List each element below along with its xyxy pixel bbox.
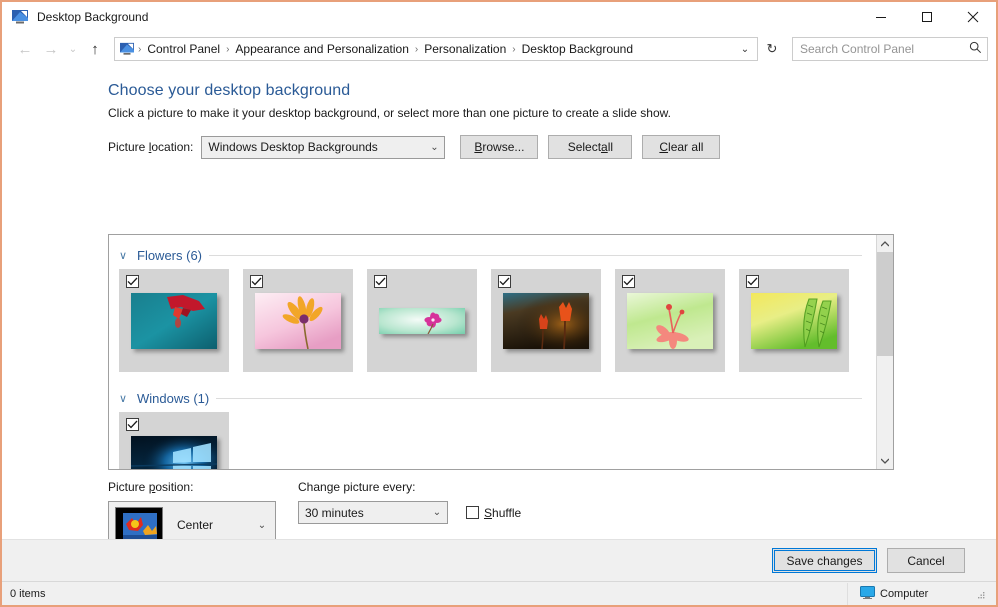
- group-header-flowers[interactable]: ∨ Flowers (6): [119, 245, 876, 265]
- picture-list-pane: ∨ Flowers (6): [108, 234, 894, 470]
- browse-button[interactable]: Browse...: [460, 135, 538, 159]
- page-title: Choose your desktop background: [108, 82, 996, 100]
- change-picture-every-combo[interactable]: 30 minutes ⌄: [298, 501, 448, 524]
- chevron-collapse-icon[interactable]: ∨: [119, 392, 130, 405]
- tile-thumbnail: [379, 308, 465, 334]
- clear-all-button[interactable]: Clear all: [642, 135, 720, 159]
- chevron-down-icon: ⌄: [424, 142, 444, 153]
- window-controls: [858, 2, 996, 32]
- desktop-background-icon: [11, 9, 29, 25]
- select-all-button[interactable]: Select all: [548, 135, 632, 159]
- picture-location-label: Picture location:: [108, 140, 193, 154]
- tile-thumbnail: [627, 293, 713, 349]
- scrollbar-thumb[interactable]: [877, 252, 893, 356]
- chevron-down-icon: ⌄: [249, 520, 275, 531]
- title-bar: Desktop Background: [2, 2, 996, 32]
- desktop-background-window: Desktop Background ← → ⌄ ↑: [0, 0, 998, 607]
- change-picture-every-group: Change picture every: 30 minutes ⌄ Shuff…: [298, 480, 521, 539]
- picture-position-preview: [115, 507, 163, 539]
- breadcrumb-personalization[interactable]: Personalization: [419, 40, 511, 58]
- tile-checkbox[interactable]: [126, 275, 139, 288]
- change-picture-every-label: Change picture every:: [298, 480, 521, 494]
- picture-location-value: Windows Desktop Backgrounds: [208, 140, 424, 154]
- breadcrumb-control-panel[interactable]: Control Panel: [142, 40, 225, 58]
- tile-flower-6[interactable]: [739, 269, 849, 372]
- picture-location-row: Picture location: Windows Desktop Backgr…: [108, 135, 996, 159]
- breadcrumb-desktop-background[interactable]: Desktop Background: [517, 40, 638, 58]
- tile-flower-4[interactable]: [491, 269, 601, 372]
- tile-checkbox[interactable]: [498, 275, 511, 288]
- tile-thumbnail: [131, 436, 217, 470]
- picture-list-scroll-area: ∨ Flowers (6): [109, 235, 876, 469]
- search-input[interactable]: Search Control Panel: [800, 42, 967, 56]
- group-rule: [209, 255, 862, 256]
- tile-thumbnail: [751, 293, 837, 349]
- breadcrumb-appearance-and-personalization[interactable]: Appearance and Personalization: [230, 40, 413, 58]
- tile-flower-3[interactable]: [367, 269, 477, 372]
- save-changes-button[interactable]: Save changes: [772, 548, 877, 573]
- status-location: Computer: [848, 586, 996, 602]
- shuffle-label: Shuffle: [484, 506, 521, 520]
- change-every-row: 30 minutes ⌄ Shuffle: [298, 501, 521, 524]
- group-header-windows[interactable]: ∨ Windows (1): [119, 388, 876, 408]
- forward-button[interactable]: →: [38, 37, 64, 61]
- tile-row-windows: [119, 412, 876, 469]
- picture-list-scrollbar[interactable]: [876, 235, 893, 469]
- tile-row-flowers: [119, 269, 876, 372]
- group-title-flowers: Flowers (6): [137, 248, 202, 263]
- scrollbar-track[interactable]: [877, 252, 893, 452]
- tile-checkbox[interactable]: [746, 275, 759, 288]
- tile-checkbox[interactable]: [374, 275, 387, 288]
- tile-flower-1[interactable]: [119, 269, 229, 372]
- chevron-collapse-icon[interactable]: ∨: [119, 249, 130, 262]
- status-item-count: 0 items: [2, 588, 847, 600]
- change-picture-every-value: 30 minutes: [305, 506, 427, 520]
- picture-position-label: Picture position:: [108, 480, 298, 494]
- cancel-button[interactable]: Cancel: [887, 548, 965, 573]
- picture-position-value: Center: [177, 518, 249, 532]
- up-button[interactable]: ↑: [82, 37, 108, 61]
- status-location-label: Computer: [880, 588, 928, 600]
- dialog-footer: Save changes Cancel: [2, 539, 996, 581]
- page-subtitle: Click a picture to make it your desktop …: [108, 106, 996, 120]
- navigation-bar: ← → ⌄ ↑ › Control Panel › Appearance and…: [2, 32, 996, 66]
- group-rule: [216, 398, 862, 399]
- tile-checkbox[interactable]: [250, 275, 263, 288]
- tile-checkbox[interactable]: [126, 418, 139, 431]
- tile-thumbnail: [503, 293, 589, 349]
- tile-thumbnail: [131, 293, 217, 349]
- window-title: Desktop Background: [37, 10, 148, 24]
- picture-position-combo[interactable]: Center ⌄: [108, 501, 276, 539]
- group-title-windows: Windows (1): [137, 391, 209, 406]
- shuffle-checkbox-row[interactable]: Shuffle: [466, 506, 521, 520]
- tile-flower-5[interactable]: [615, 269, 725, 372]
- scroll-up-button[interactable]: [877, 235, 893, 252]
- lower-controls: Picture position:: [108, 480, 521, 539]
- refresh-button[interactable]: ↻: [760, 37, 784, 61]
- tile-checkbox[interactable]: [622, 275, 635, 288]
- minimize-button[interactable]: [858, 2, 904, 32]
- tile-flower-2[interactable]: [243, 269, 353, 372]
- search-box[interactable]: Search Control Panel: [792, 37, 988, 61]
- close-button[interactable]: [950, 2, 996, 32]
- computer-monitor-icon: [860, 586, 875, 602]
- search-icon: [967, 41, 983, 57]
- tile-windows-1[interactable]: [119, 412, 229, 469]
- picture-position-group: Picture position:: [108, 480, 298, 539]
- shuffle-checkbox[interactable]: [466, 506, 479, 519]
- back-button[interactable]: ←: [12, 37, 38, 61]
- address-bar-icon: [119, 42, 135, 56]
- address-bar[interactable]: › Control Panel › Appearance and Persona…: [114, 37, 758, 61]
- resize-grip[interactable]: [976, 589, 986, 599]
- scroll-down-button[interactable]: [877, 452, 893, 469]
- recent-locations-icon[interactable]: ⌄: [64, 37, 82, 61]
- picture-location-combo[interactable]: Windows Desktop Backgrounds ⌄: [201, 136, 445, 159]
- content-area: Choose your desktop background Click a p…: [2, 66, 996, 539]
- address-dropdown-icon[interactable]: ⌄: [735, 38, 755, 60]
- maximize-button[interactable]: [904, 2, 950, 32]
- tile-thumbnail: [255, 293, 341, 349]
- chevron-down-icon: ⌄: [427, 507, 447, 518]
- status-bar: 0 items Computer: [2, 581, 996, 605]
